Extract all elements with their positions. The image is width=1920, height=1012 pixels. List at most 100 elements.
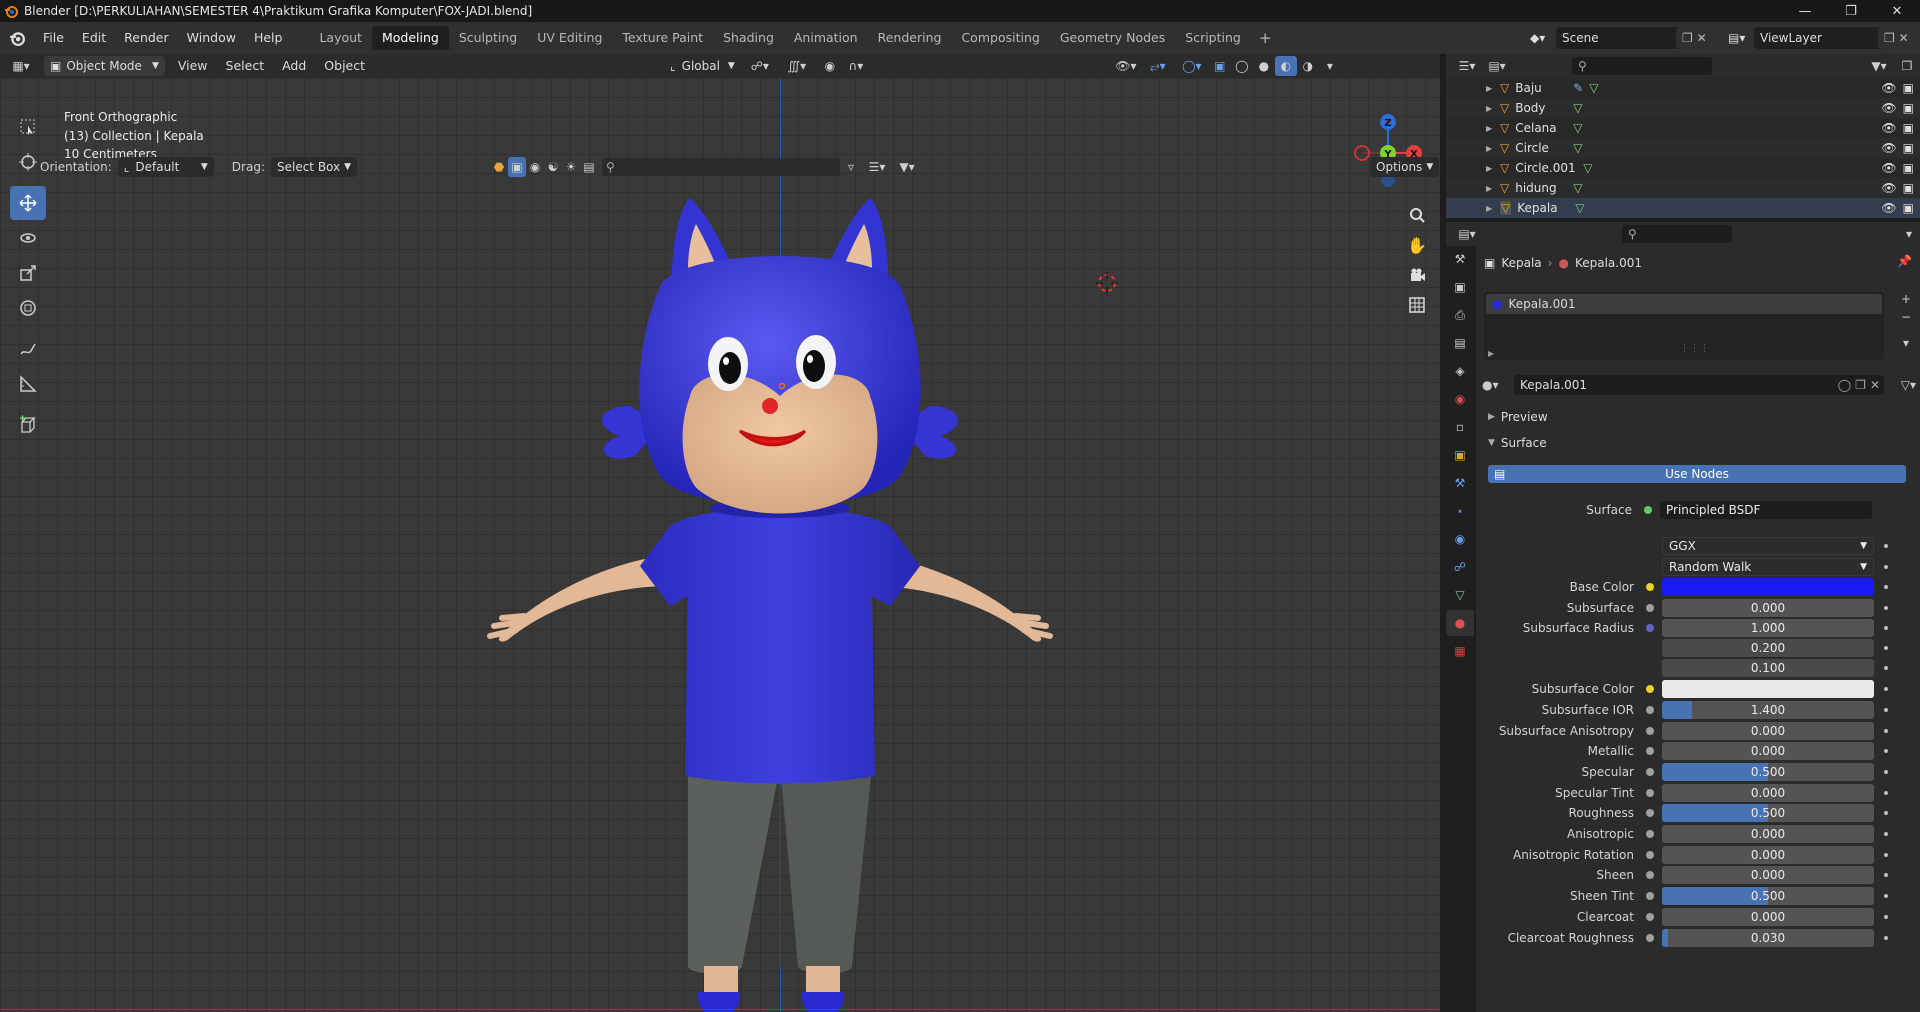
base-color-swatch[interactable]	[1662, 578, 1874, 596]
slot-menu-icon[interactable]: ▾	[1896, 336, 1916, 354]
keyframe-dot-icon[interactable]	[1884, 626, 1888, 630]
add-cube-tool-icon[interactable]	[10, 408, 46, 442]
expand-arrow-icon[interactable]: ▶	[1486, 104, 1500, 113]
tab-animation[interactable]: Animation	[784, 26, 868, 50]
bsdf-input-field[interactable]: 0.000	[1662, 846, 1874, 864]
eye-icon[interactable]: 👁	[1881, 81, 1896, 95]
viewport-menu-view[interactable]: View	[169, 54, 217, 78]
camera-icon[interactable]: ▣	[1903, 81, 1914, 95]
keyframe-dot-icon[interactable]	[1884, 606, 1888, 610]
solid-shading-icon[interactable]: ●	[1253, 56, 1275, 76]
filter-curve-icon[interactable]: ☯	[544, 157, 562, 177]
outliner-filter-icon[interactable]: ▼▾	[1864, 56, 1894, 76]
material-shading-icon[interactable]: ◐	[1274, 56, 1297, 76]
bsdf-input-field[interactable]: 0.500	[1662, 804, 1874, 822]
tab-compositing[interactable]: Compositing	[951, 26, 1049, 50]
blender-menu-icon[interactable]	[0, 30, 34, 46]
tab-geometry-nodes[interactable]: Geometry Nodes	[1050, 26, 1175, 50]
editor-type-icon[interactable]: ▦▾	[6, 56, 36, 76]
snap-icon[interactable]: ∭▾	[775, 56, 819, 76]
bsdf-input-field[interactable]: 0.000	[1662, 784, 1874, 802]
modifier-tab-icon[interactable]: ⚒	[1446, 470, 1474, 496]
menu-window[interactable]: Window	[178, 26, 245, 50]
filter-light-icon[interactable]: ☀	[562, 157, 580, 177]
remove-slot-icon[interactable]: −	[1896, 310, 1916, 328]
tab-texture-paint[interactable]: Texture Paint	[612, 26, 713, 50]
tab-modeling[interactable]: Modeling	[371, 26, 449, 50]
bsdf-input-field[interactable]: 1.000	[1662, 619, 1874, 637]
orientation-dropdown[interactable]: ⌞ Default ▼	[117, 157, 214, 177]
link-dropdown-icon[interactable]: ▽▾	[1888, 378, 1916, 392]
keyframe-dot-icon[interactable]	[1884, 811, 1888, 815]
keyframe-dot-icon[interactable]	[1884, 749, 1888, 753]
panel-surface[interactable]: ▼ Surface	[1482, 432, 1916, 454]
viewlayer-field[interactable]: ViewLayer	[1754, 27, 1884, 49]
maximize-icon[interactable]: ❐	[1828, 0, 1874, 22]
camera-icon[interactable]: ▣	[1903, 161, 1914, 175]
bsdf-input-field[interactable]: 0.000	[1662, 825, 1874, 843]
material-tab-icon[interactable]: ●	[1446, 610, 1474, 636]
xray-icon[interactable]: ▣	[1209, 56, 1231, 76]
wireframe-shading-icon[interactable]: ◯	[1231, 56, 1253, 76]
proportional-edit-icon[interactable]: ◉	[819, 56, 841, 76]
zoom-icon[interactable]	[1402, 200, 1432, 230]
bsdf-input-field[interactable]: 0.000	[1662, 722, 1874, 740]
distribution-dropdown[interactable]: GGX ▼	[1662, 537, 1874, 555]
bsdf-input-field[interactable]: 0.500	[1662, 763, 1874, 781]
add-workspace-icon[interactable]: +	[1251, 29, 1280, 47]
eye-icon[interactable]: 👁	[1881, 101, 1896, 115]
bsdf-input-field[interactable]: 0.200	[1662, 639, 1874, 657]
keyframe-dot-icon[interactable]	[1884, 585, 1888, 589]
bsdf-input-field[interactable]: 0.000	[1662, 866, 1874, 884]
keyframe-dot-icon[interactable]	[1884, 936, 1888, 940]
fox-character-model[interactable]	[480, 96, 1080, 1012]
subsurface-method-dropdown[interactable]: Random Walk ▼	[1662, 558, 1874, 576]
expand-arrow-icon[interactable]: ▶	[1486, 144, 1500, 153]
menu-file[interactable]: File	[34, 26, 73, 50]
material-slot[interactable]: ● Kepala.001	[1486, 294, 1882, 314]
filter-toggle-icon[interactable]: ▿	[840, 157, 862, 177]
keyframe-dot-icon[interactable]	[1884, 770, 1888, 774]
properties-search-input[interactable]: ⚲	[1622, 225, 1732, 243]
keyframe-dot-icon[interactable]	[1884, 894, 1888, 898]
viewport-menu-object[interactable]: Object	[315, 54, 374, 78]
pivot-point-icon[interactable]: ☍▾	[745, 56, 775, 76]
gizmo-icon[interactable]: ⥂▾	[1141, 56, 1175, 76]
keyframe-dot-icon[interactable]	[1884, 666, 1888, 670]
3d-cursor-icon[interactable]	[1096, 272, 1118, 294]
keyframe-dot-icon[interactable]	[1884, 791, 1888, 795]
camera-view-icon[interactable]	[1402, 260, 1432, 290]
keyframe-dot-icon[interactable]	[1884, 853, 1888, 857]
overlay-icon[interactable]: ◯▾	[1175, 56, 1209, 76]
viewlayer-new-icon[interactable]: ❐ ✕	[1878, 27, 1918, 49]
camera-icon[interactable]: ▣	[1903, 141, 1914, 155]
rotate-tool-icon[interactable]	[10, 221, 46, 255]
keyframe-dot-icon[interactable]	[1884, 915, 1888, 919]
world-tab-icon[interactable]: ◉	[1446, 386, 1474, 412]
expand-arrow-icon[interactable]: ▶	[1486, 204, 1500, 213]
new-collection-icon[interactable]: ❐	[1894, 56, 1920, 76]
rendered-shading-icon[interactable]: ◑	[1297, 56, 1319, 76]
browse-material-icon[interactable]: ●▾	[1482, 378, 1510, 392]
bsdf-input-field[interactable]: 0.000	[1662, 742, 1874, 760]
menu-edit[interactable]: Edit	[73, 26, 115, 50]
bsdf-input-field[interactable]: 0.000	[1662, 599, 1874, 617]
fake-user-icon[interactable]: ◯	[1838, 378, 1851, 392]
expand-arrow-icon[interactable]: ▶	[1486, 184, 1500, 193]
perspective-grid-icon[interactable]	[1402, 290, 1432, 320]
outliner-item[interactable]: ▶ ▽ Baju ✎ ▽ 👁 ▣	[1446, 78, 1920, 98]
collection-tab-icon[interactable]: ▫	[1446, 414, 1474, 440]
measure-tool-icon[interactable]	[10, 367, 46, 401]
eye-icon[interactable]: 👁	[1881, 121, 1896, 135]
use-nodes-button[interactable]: ▤ Use Nodes	[1488, 465, 1906, 483]
outliner-item[interactable]: ▶ ▽ Circle ▽ 👁 ▣	[1446, 138, 1920, 158]
viewport-search-input[interactable]: ⚲	[602, 158, 840, 176]
scale-tool-icon[interactable]	[10, 256, 46, 290]
outliner-item[interactable]: ▶ ▽ Circle.001 ▽ 👁 ▣	[1446, 158, 1920, 178]
minimize-icon[interactable]: —	[1782, 0, 1828, 22]
visibility-icon[interactable]: 👁▾	[1111, 56, 1141, 76]
render-tab-icon[interactable]: ▣	[1446, 274, 1474, 300]
bsdf-input-field[interactable]: 0.100	[1662, 659, 1874, 677]
scene-tab-icon[interactable]: ◈	[1446, 358, 1474, 384]
outliner-editor-type-icon[interactable]: ☰▾	[1452, 56, 1482, 76]
